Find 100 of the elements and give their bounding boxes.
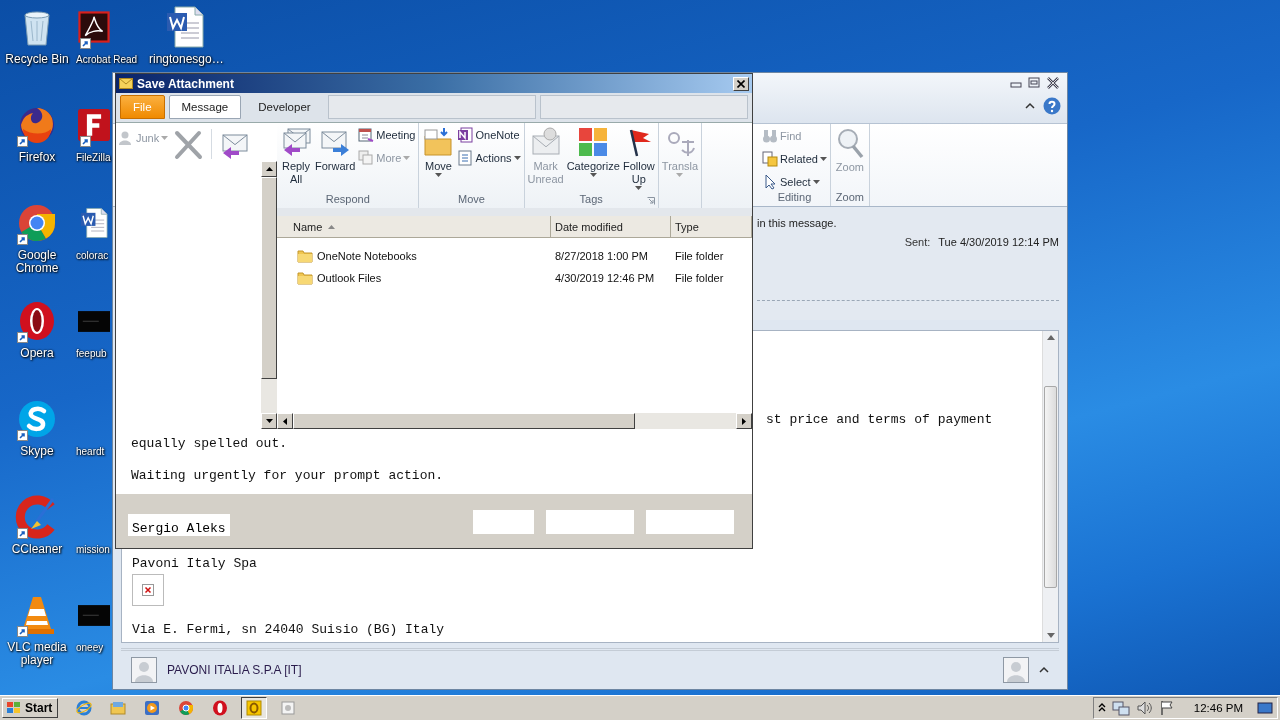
show-hidden-icon[interactable]: [1097, 703, 1106, 713]
file-name[interactable]: Outlook Files: [317, 272, 382, 284]
envelope-icon: [119, 78, 133, 89]
follow-up-button[interactable]: Follow Up: [621, 126, 656, 190]
scroll-left-button[interactable]: [277, 413, 293, 429]
caret-icon: [161, 136, 169, 140]
desktop-icon-label[interactable]: VLC media player: [1, 641, 73, 667]
play-icon: [144, 700, 161, 716]
flag-icon[interactable]: [1159, 700, 1174, 716]
show-desktop-icon[interactable]: [1257, 701, 1273, 715]
maximize-icon[interactable]: [1027, 77, 1041, 89]
desktop-icon-label[interactable]: mission: [74, 543, 110, 556]
up-arrow-icon: [265, 167, 273, 171]
shortcut-arrow-icon: [80, 136, 91, 147]
help-icon[interactable]: [1043, 97, 1061, 115]
select-button[interactable]: Select: [761, 172, 828, 191]
collapse-caret-icon[interactable]: [1025, 102, 1035, 110]
scroll-thumb[interactable]: [1044, 385, 1057, 588]
column-header[interactable]: Name: [277, 216, 551, 238]
left-arrow-icon: [283, 417, 287, 425]
dialog-title: Save Attachment: [137, 76, 235, 91]
outlook-icon: [246, 700, 263, 716]
expand-caret-icon[interactable]: [1039, 666, 1049, 675]
date-cell-text: 8/27/2018 1:00 PM: [554, 250, 649, 262]
desktop-icon-label[interactable]: Firefox: [18, 151, 56, 164]
thumbnail-icon: [78, 604, 110, 626]
close-icon[interactable]: [1045, 77, 1061, 89]
caret-icon: [435, 173, 442, 177]
caret-icon: [635, 186, 643, 190]
word-document-icon: [78, 207, 110, 239]
group-label: Respond: [325, 193, 370, 207]
close-icon: [737, 79, 745, 88]
window-stack-icon: [358, 150, 375, 166]
ribbon-tab[interactable]: Developer: [245, 95, 324, 119]
cursor-icon: [762, 173, 778, 190]
message-text: equally spelled out.: [131, 436, 289, 452]
desktop-icon-label[interactable]: CCleaner: [11, 543, 63, 556]
categorize-button[interactable]: Categorize: [565, 126, 621, 177]
scroll-right-button[interactable]: [736, 413, 752, 429]
sent-label: Sent:: [904, 236, 931, 249]
shortcut-arrow-icon: [17, 430, 28, 441]
file-name[interactable]: OneNote Notebooks: [317, 250, 417, 262]
signature-text: Sergio Aleks: [128, 514, 230, 536]
document-list-icon: [457, 150, 474, 166]
thumbnail-icon: [78, 310, 110, 332]
caret-icon: [676, 173, 684, 177]
binoculars-icon: [762, 127, 778, 144]
clock[interactable]: 12:46 PM: [1193, 702, 1243, 714]
desktop-icon-label[interactable]: heardt: [74, 445, 105, 458]
column-header[interactable]: Date modified: [551, 216, 671, 238]
contact-name[interactable]: PAVONI ITALIA S.P.A [IT]: [167, 663, 993, 678]
related-button[interactable]: Related: [761, 149, 828, 168]
group-label: Editing: [777, 191, 812, 206]
envelope-icon: [529, 126, 562, 158]
actions-button[interactable]: Actions: [456, 149, 522, 167]
x-icon: [172, 129, 205, 161]
desktop-icon-label[interactable]: colorac: [74, 249, 109, 262]
column-header[interactable]: Type: [671, 216, 752, 238]
scroll-up-button[interactable]: [261, 161, 277, 177]
shortcut-arrow-icon: [17, 136, 28, 147]
volume-icon[interactable]: [1135, 700, 1154, 716]
ribbon-tab[interactable]: Message: [168, 95, 242, 119]
caret-icon: [403, 156, 411, 160]
shortcut-arrow-icon: [17, 332, 28, 343]
type-cell-text: File folder: [674, 272, 725, 284]
signature-line: Via E. Fermi, sn 24040 Suisio (BG) Italy: [132, 621, 446, 638]
desktop-icon-label[interactable]: feepub: [74, 347, 107, 360]
desktop-icon-label[interactable]: Opera: [20, 347, 54, 360]
taskbar-app-button[interactable]: [241, 697, 268, 719]
vertical-scrollbar[interactable]: [261, 161, 277, 429]
calendar-icon: [358, 127, 375, 143]
onenote-button[interactable]: OneNote: [456, 126, 522, 144]
forward-button[interactable]: Forward: [314, 126, 357, 173]
desktop-icon-label[interactable]: Acrobat Read: [74, 53, 138, 66]
desktop-icon-label[interactable]: ringtonesgo…: [149, 53, 221, 66]
application-icon: [280, 700, 297, 716]
desktop-icon-label[interactable]: Google Chrome: [1, 249, 73, 275]
desktop-icon-label[interactable]: Recycle Bin: [5, 53, 69, 66]
move-button[interactable]: Move: [421, 126, 456, 177]
launcher-icon[interactable]: [646, 197, 655, 205]
start-button[interactable]: Start: [2, 698, 59, 718]
caret-icon: [589, 173, 597, 177]
broken-image-icon: [142, 583, 154, 596]
desktop-icon-label[interactable]: FileZilla: [74, 151, 111, 164]
filezilla-icon: [78, 109, 110, 141]
group-label: Tags: [579, 193, 603, 207]
folder-arrow-icon: [422, 126, 455, 158]
scrollbar[interactable]: [1042, 330, 1058, 643]
close-button[interactable]: [733, 76, 749, 91]
desktop-icon-label[interactable]: Skype: [20, 445, 54, 458]
network-icon[interactable]: [1111, 700, 1130, 716]
reply-all-button[interactable]: Reply All: [279, 126, 313, 186]
horizontal-scrollbar[interactable]: [277, 413, 752, 429]
person-avatar-icon: [1003, 657, 1029, 684]
meeting-button[interactable]: Meeting: [357, 126, 417, 144]
scroll-down-button[interactable]: [261, 413, 277, 429]
person-avatar-icon: [131, 657, 157, 684]
group-label: Move: [458, 193, 485, 207]
folder-icon: [297, 270, 313, 286]
group-label: Zoom: [835, 191, 864, 206]
